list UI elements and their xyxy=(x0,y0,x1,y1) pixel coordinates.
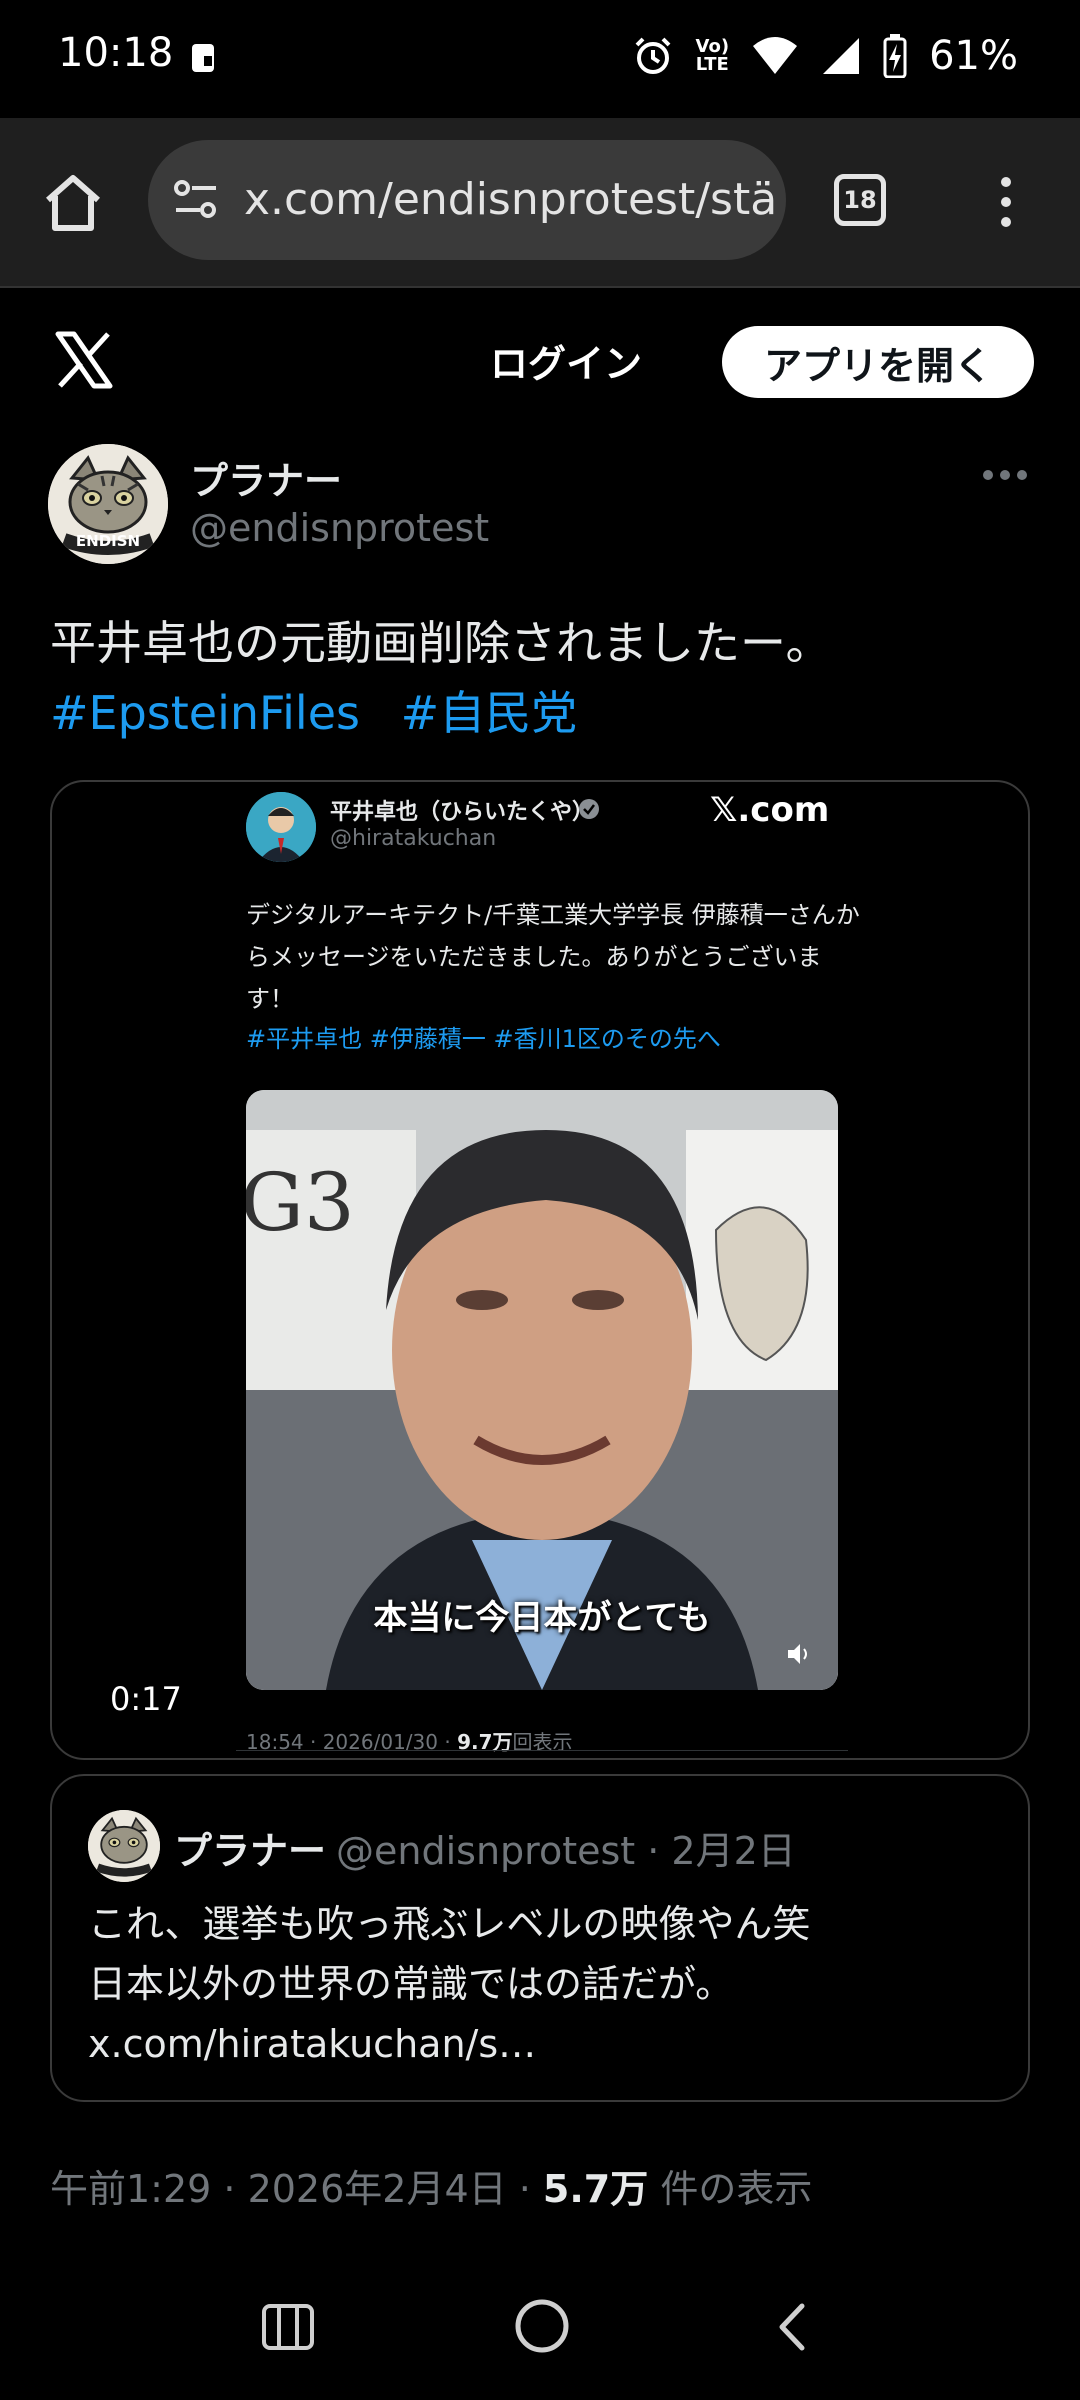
hashtag-list: #EpsteinFiles #自民党 xyxy=(50,678,603,748)
status-icons: Vo) LTE 61% xyxy=(632,30,1018,82)
quote-handle-date: @endisnprotest · 2月2日 xyxy=(336,1829,796,1873)
x-com-watermark: 𝕏.com xyxy=(710,790,830,830)
home-icon[interactable] xyxy=(40,170,106,236)
person-avatar-icon xyxy=(246,792,316,862)
svg-text:ENDISN: ENDISN xyxy=(76,532,140,550)
quote-header: プラナー @endisnprotest · 2月2日 xyxy=(174,1820,796,1875)
wifi-icon xyxy=(753,37,798,74)
volume-icon[interactable] xyxy=(786,1642,812,1666)
battery-charging-icon xyxy=(883,34,907,78)
inner-divider xyxy=(236,1750,848,1751)
signal-icon xyxy=(823,38,860,74)
video-frame[interactable]: G3 本当に今日本がとても xyxy=(246,1090,838,1690)
status-time: 10:18 xyxy=(58,30,174,76)
inner-author-name: 平井卓也（ひらいたくや） xyxy=(330,800,595,825)
recents-icon[interactable] xyxy=(262,2302,314,2352)
back-icon[interactable] xyxy=(774,2302,808,2352)
hashtag-link[interactable]: #EpsteinFiles xyxy=(50,686,360,740)
quote-link[interactable]: x.com/hiratakuchan/s… xyxy=(88,2014,1008,2074)
browser-toolbar: x.com/endisnprotest/stä 18 xyxy=(0,118,1080,288)
toolbar-divider xyxy=(0,286,1080,288)
inner-avatar xyxy=(246,792,316,862)
author-handle[interactable]: @endisnprotest xyxy=(190,506,489,550)
video-media-card[interactable]: 平井卓也（ひらいたくや） @hiratakuchan 𝕏.com デジタルアーキ… xyxy=(50,780,1030,1760)
video-caption: 本当に今日本がとても xyxy=(373,1598,711,1638)
url-bar[interactable]: x.com/endisnprotest/stä xyxy=(148,140,786,260)
quote-author-name: プラナー xyxy=(174,1829,327,1873)
open-app-button[interactable]: アプリを開く xyxy=(722,326,1034,398)
quoted-tweet-card[interactable]: プラナー @endisnprotest · 2月2日 これ、選挙も吹っ飛ぶレベルの… xyxy=(50,1774,1030,2102)
quote-avatar xyxy=(88,1810,160,1882)
alarm-icon xyxy=(635,37,670,74)
site-settings-icon[interactable] xyxy=(172,178,220,222)
inner-post-text: デジタルアーキテクト/千葉工業大学学長 伊藤積一さんからメッセージをいただきまし… xyxy=(246,901,860,1013)
battery-percent: 61% xyxy=(929,33,1018,79)
status-bar: 10:18 Vo) LTE 61% xyxy=(0,0,1080,118)
url-text[interactable]: x.com/endisnprotest/stä xyxy=(244,174,777,225)
volte-icon: Vo) LTE xyxy=(695,36,730,75)
tab-switcher-button[interactable]: 18 xyxy=(834,174,886,226)
login-button[interactable]: ログイン xyxy=(490,332,642,388)
home-circle-icon[interactable] xyxy=(514,2298,570,2354)
system-nav-bar xyxy=(0,2270,1080,2400)
more-vert-icon[interactable] xyxy=(994,176,1018,228)
cat-avatar-icon: ENDISN xyxy=(48,444,168,564)
lock-notification-icon xyxy=(192,44,214,72)
inner-post-hashtags: #平井卓也 #伊藤積一 #香川1区のその先へ xyxy=(246,1025,721,1053)
tweet-text: 平井卓也の元動画削除されましたー。 xyxy=(50,616,832,670)
x-logo-icon[interactable] xyxy=(54,330,114,390)
avatar[interactable]: ENDISN xyxy=(48,444,168,564)
tweet-timestamp: 午前1:29 · 2026年2月4日 · 5.7万 件の表示 xyxy=(50,2167,813,2211)
quote-text: これ、選挙も吹っ飛ぶレベルの映像やん笑 日本以外の世界の常識ではの話だが。 x.… xyxy=(88,1894,1008,2074)
video-duration: 0:17 xyxy=(110,1680,182,1718)
more-horiz-icon[interactable] xyxy=(982,468,1028,482)
author-name[interactable]: プラナー xyxy=(190,450,342,505)
view-count: 5.7万 xyxy=(542,2167,649,2211)
svg-text:G3: G3 xyxy=(246,1156,355,1249)
inner-author-handle: @hiratakuchan xyxy=(330,826,497,851)
hashtag-link[interactable]: #自民党 xyxy=(401,686,578,740)
verified-badge-icon xyxy=(579,799,599,819)
cat-avatar-icon xyxy=(88,1810,160,1882)
